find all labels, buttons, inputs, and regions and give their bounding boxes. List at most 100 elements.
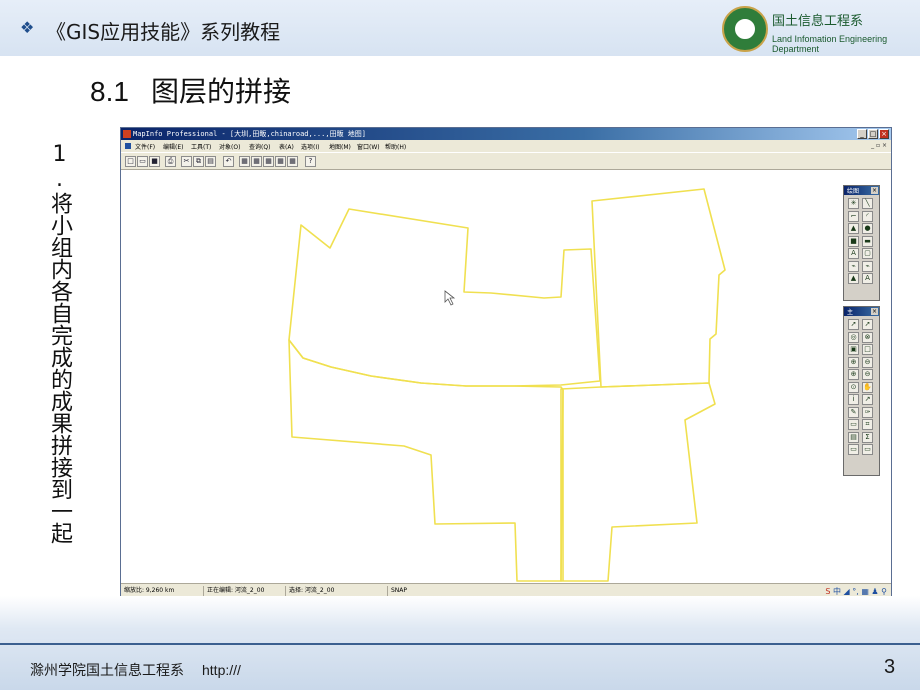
thematic-icon[interactable]: ▭	[862, 444, 873, 455]
add-node-icon[interactable]: ⌁	[862, 260, 873, 272]
grabber-icon[interactable]: ✋	[862, 381, 873, 393]
save-icon[interactable]: ■	[149, 156, 160, 167]
layout-icon[interactable]: ▦	[275, 156, 286, 167]
status-selection[interactable]: 选择: 河流_2_00	[285, 586, 334, 596]
mouse-cursor-icon	[444, 290, 456, 306]
main-toolbar: □ ▭ ■ ⎙ ✂ ⧉ ▤ ↶ ▦ ▦ ▦ ▦ ▦ ?	[121, 152, 891, 170]
menu-file[interactable]: 文件(F)	[135, 142, 155, 151]
undo-icon[interactable]: ↶	[223, 156, 234, 167]
section-title-text: 图层的拼接	[150, 76, 291, 107]
map-window[interactable]: 绘图 × ✳ ╲ ⌐ ◜ ▲ ● ■ ▬ A ▢ ⌁ ⌁ ▲ A 主 × ➚ ➚ ◎ ⊗ ▣ □ ⊕ ⊖ ⊕ ⊖ ⊙ ✋ i ↗ ✎ ✑…	[121, 171, 891, 582]
copy-icon[interactable]: ⧉	[193, 156, 204, 167]
unselect-icon[interactable]: □	[862, 344, 873, 355]
zoom-out-icon[interactable]: ⊖	[862, 369, 873, 380]
clip-icon[interactable]: ▭	[848, 444, 859, 455]
cut-icon[interactable]: ✂	[181, 156, 192, 167]
new-icon[interactable]: □	[125, 156, 136, 167]
main-palette-close-icon[interactable]: ×	[871, 308, 878, 315]
drawing-palette: 绘图 × ✳ ╲ ⌐ ◜ ▲ ● ■ ▬ A ▢ ⌁ ⌁ ▲ A	[843, 185, 880, 301]
menu-objects[interactable]: 对象(O)	[219, 142, 240, 151]
minimize-button[interactable]: _	[857, 129, 867, 139]
menu-help[interactable]: 帮助(H)	[385, 142, 406, 151]
rounded-rect-icon[interactable]: ▬	[862, 235, 873, 247]
status-snap[interactable]: SNAP	[387, 586, 407, 596]
statistics-icon[interactable]: Σ	[862, 431, 873, 443]
change-view-icon[interactable]: ⊙	[848, 381, 859, 393]
symbol-icon[interactable]: ✳	[848, 198, 859, 209]
map-region-southeast[interactable]	[560, 382, 716, 582]
frame-icon[interactable]: ▢	[862, 248, 873, 259]
select-icon[interactable]: ➚	[848, 319, 859, 330]
menu-tools[interactable]: 工具(T)	[191, 142, 211, 151]
polygon-icon[interactable]: ▲	[848, 223, 859, 234]
drawing-palette-title: 绘图	[847, 188, 860, 195]
graph-icon[interactable]: ▦	[263, 156, 274, 167]
polyline-icon[interactable]: ⌐	[848, 210, 859, 222]
map-region-southwest[interactable]	[288, 339, 564, 582]
map-region-northwest[interactable]	[288, 208, 601, 387]
document-icon	[125, 143, 131, 149]
invert-icon[interactable]: ⊖	[862, 356, 873, 368]
close-button[interactable]: ×	[879, 129, 889, 139]
department-name-en: Land Infomation Engineering Department	[772, 34, 888, 54]
menu-edit[interactable]: 编辑(E)	[163, 142, 183, 151]
menu-map[interactable]: 地图(M)	[329, 142, 351, 151]
text-icon[interactable]: A	[848, 248, 859, 259]
menu-window[interactable]: 窗口(W)	[357, 142, 380, 151]
menu-table[interactable]: 表(A)	[279, 142, 294, 151]
reshape-icon[interactable]: ⌁	[848, 260, 859, 272]
footer-url[interactable]: http:///	[202, 662, 241, 678]
window-title: MapInfo Professional - [大圳,田畈,chinaroad,…	[133, 130, 367, 138]
drawing-palette-titlebar[interactable]: 绘图 ×	[844, 186, 879, 195]
ruler-icon[interactable]: ⌗	[862, 419, 873, 430]
status-editing[interactable]: 正在编辑: 河流_2_00	[203, 586, 264, 596]
ime-logo-icon: S	[825, 587, 831, 596]
print-icon[interactable]: ⎙	[165, 156, 176, 167]
window-titlebar[interactable]: MapInfo Professional - [大圳,田畈,chinaroad,…	[121, 128, 891, 140]
radius-select-icon[interactable]: ◎	[848, 331, 859, 343]
ime-controls: 中 ◢ °, ▦ ♟ ⚲	[833, 587, 887, 596]
maximize-button[interactable]: □	[868, 129, 878, 139]
layer-control-icon[interactable]: ▭	[848, 419, 859, 430]
drawing-palette-close-icon[interactable]: ×	[871, 187, 878, 194]
region-style-icon[interactable]: ▲	[848, 273, 859, 284]
slide-header: ❖ 《GIS应用技能》系列教程 国土信息工程系 Land Infomation …	[0, 0, 920, 56]
ellipse-icon[interactable]: ●	[862, 223, 873, 234]
document-window-controls[interactable]: _ ▫ ×	[871, 142, 887, 149]
legend-icon[interactable]: ▤	[848, 431, 859, 443]
main-palette-title: 主	[847, 309, 854, 316]
redistrict-icon[interactable]: ▦	[287, 156, 298, 167]
menu-query[interactable]: 查询(Q)	[249, 142, 270, 151]
rectangle-icon[interactable]: ■	[848, 235, 859, 247]
map-region-northeast[interactable]	[591, 188, 726, 388]
arc-icon[interactable]: ◜	[862, 210, 873, 222]
map-layers[interactable]	[121, 171, 891, 582]
footer-divider	[0, 643, 920, 645]
text-style-icon[interactable]: A	[862, 273, 873, 284]
section-title: 8.1 图层的拼接	[90, 70, 291, 110]
open-icon[interactable]: ▭	[137, 156, 148, 167]
help-icon[interactable]: ?	[305, 156, 316, 167]
footer-text: 滁州学院国土信息工程系 http:///	[30, 660, 241, 680]
browser-icon[interactable]: ▦	[251, 156, 262, 167]
menu-options[interactable]: 选项(I)	[301, 142, 319, 151]
boundary-select-icon[interactable]: ⊗	[862, 331, 873, 343]
status-zoom[interactable]: 缩放比: 9,260 km	[121, 586, 174, 596]
polygon-select-icon[interactable]: ▣	[848, 344, 859, 355]
course-title: 《GIS应用技能》系列教程	[46, 20, 281, 44]
marquee-icon[interactable]: ➚	[862, 319, 873, 330]
label-icon[interactable]: ✎	[848, 406, 859, 418]
info-icon[interactable]: i	[848, 394, 859, 405]
line-icon[interactable]: ╲	[862, 198, 873, 209]
main-palette-titlebar[interactable]: 主 ×	[844, 307, 879, 316]
hotlink-icon[interactable]: ↗	[862, 394, 873, 405]
university-logo-icon	[722, 6, 768, 52]
graph-select-icon[interactable]: ⊕	[848, 356, 859, 368]
mapper-icon[interactable]: ▦	[239, 156, 250, 167]
mapinfo-window: MapInfo Professional - [大圳,田畈,chinaroad,…	[120, 127, 892, 597]
drag-window-icon[interactable]: ✑	[862, 406, 873, 418]
paste-icon[interactable]: ▤	[205, 156, 216, 167]
footer-department: 滁州学院国土信息工程系	[30, 663, 184, 679]
main-palette: 主 × ➚ ➚ ◎ ⊗ ▣ □ ⊕ ⊖ ⊕ ⊖ ⊙ ✋ i ↗ ✎ ✑ ▭ ⌗ ▤ Σ ▭ ▭	[843, 306, 880, 476]
zoom-in-icon[interactable]: ⊕	[848, 369, 859, 380]
